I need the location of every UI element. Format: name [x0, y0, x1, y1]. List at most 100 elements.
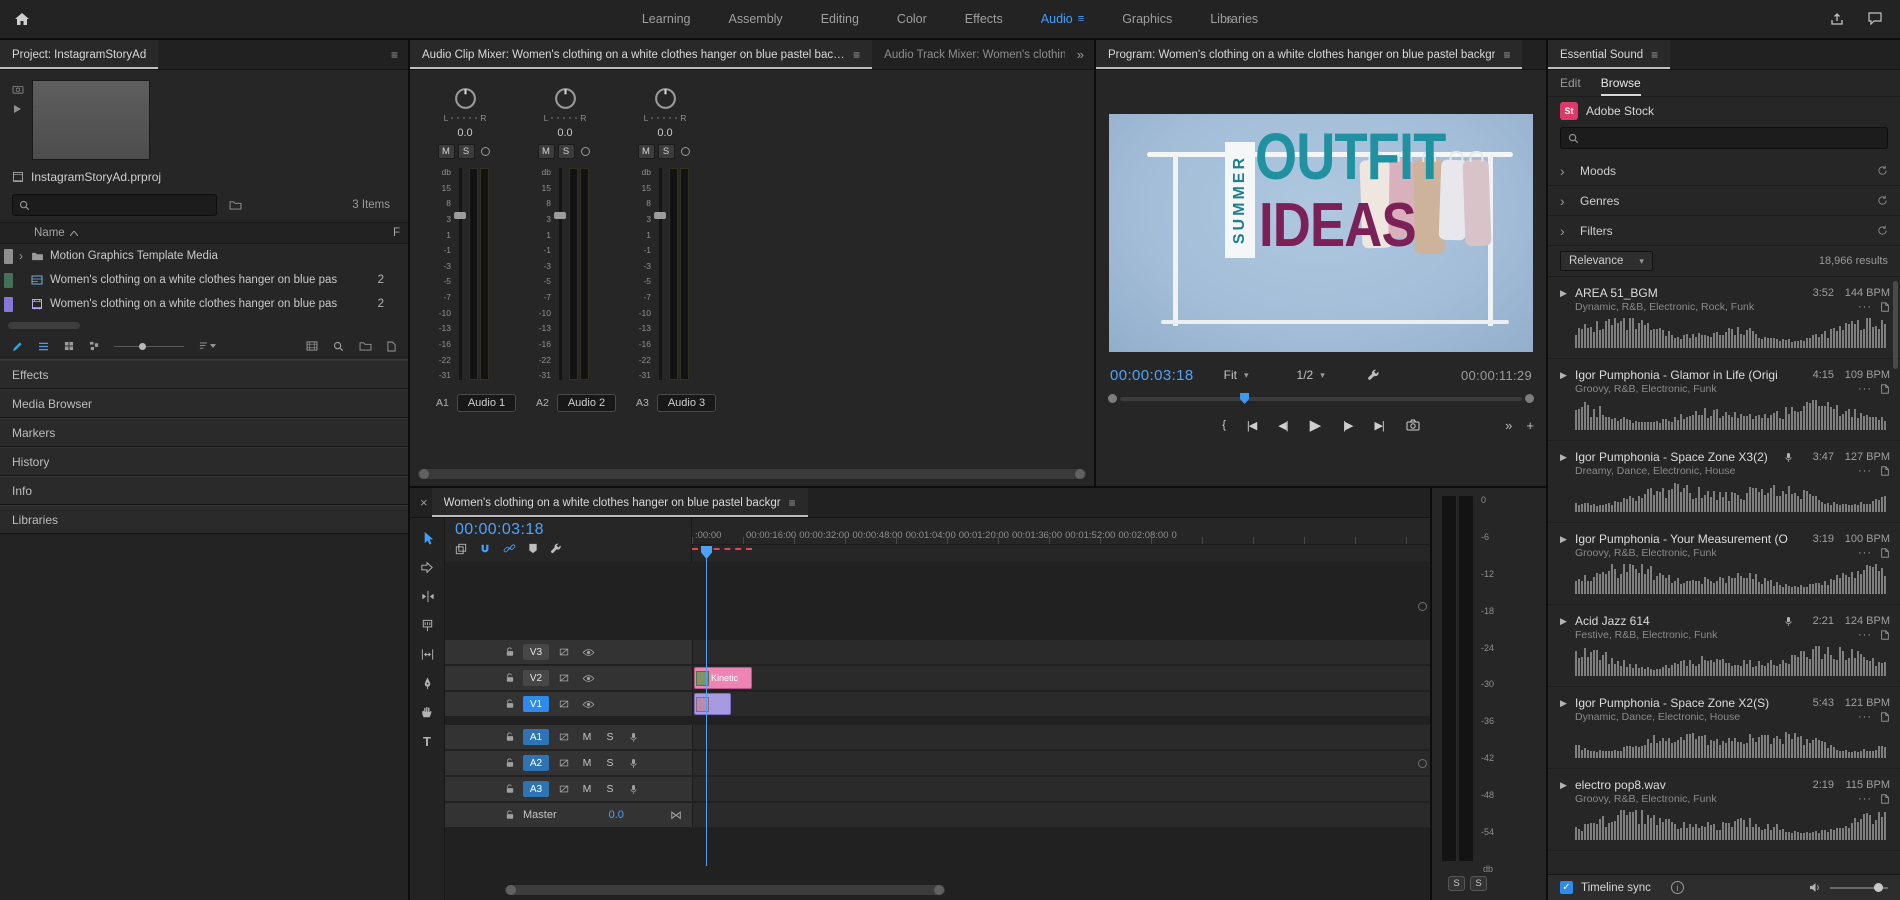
more-options-button[interactable]: ··· [1858, 793, 1872, 805]
track-header-a1[interactable]: A1 M S [445, 725, 692, 749]
play-icon[interactable]: ▶ [1560, 452, 1575, 463]
reset-icon[interactable] [1877, 165, 1888, 176]
track-header-v1[interactable]: V1 [445, 692, 692, 716]
track-target-v2[interactable]: V2 [523, 670, 549, 686]
selection-tool[interactable] [414, 526, 440, 550]
automate-to-sequence-icon[interactable] [306, 341, 318, 351]
track-header-a3[interactable]: A3 M S [445, 777, 692, 801]
license-icon[interactable] [1880, 794, 1890, 804]
solo-button[interactable]: S [458, 144, 475, 159]
play-icon[interactable]: ▶ [1560, 698, 1575, 709]
sync-lock-icon[interactable] [559, 699, 569, 709]
more-options-button[interactable]: ··· [1858, 547, 1872, 559]
workspace-tab[interactable]: Effects [965, 12, 1003, 26]
filter-section-row[interactable]: › Genres [1548, 186, 1900, 216]
eye-icon[interactable] [582, 700, 595, 709]
chevron-right-icon[interactable]: › [1560, 193, 1572, 209]
play-icon[interactable]: ▶ [1310, 416, 1322, 434]
track-lane-v2[interactable]: Kinetic [692, 666, 1430, 690]
waveform-preview[interactable] [1575, 728, 1888, 758]
workspace-tab[interactable]: Audio ≡ [1041, 12, 1084, 26]
panel-menu-icon[interactable]: ≡ [789, 496, 796, 510]
sync-lock-icon[interactable] [559, 673, 569, 683]
resolution-dropdown[interactable]: 1/2 ▾ [1297, 368, 1325, 382]
panel-menu-icon[interactable]: ≡ [853, 48, 860, 62]
solo-button[interactable]: S [658, 144, 675, 159]
solo-button[interactable]: S [605, 757, 615, 769]
workspace-tab[interactable]: Libraries [1210, 12, 1258, 26]
provider-row[interactable]: St Adobe Stock [1548, 97, 1900, 124]
sync-lock-icon[interactable] [559, 758, 569, 768]
pan-value[interactable]: 0.0 [657, 127, 672, 139]
volume-fader[interactable] [554, 168, 566, 380]
lock-icon[interactable] [505, 647, 515, 657]
mark-in-icon[interactable]: { [1222, 419, 1225, 431]
more-options-button[interactable]: ··· [1858, 301, 1872, 313]
stock-track-item[interactable]: ▶ Igor Pumphonia - Your Measurement (O 3… [1548, 523, 1900, 605]
info-icon[interactable] [1671, 881, 1684, 894]
thumbnail-zoom-slider[interactable] [114, 342, 184, 351]
stacked-panel-tab[interactable]: Info [0, 476, 408, 505]
volume-fader[interactable] [654, 168, 666, 380]
pan-value[interactable]: 0.0 [457, 127, 472, 139]
zoom-handle-right[interactable] [1525, 394, 1534, 403]
meter-solo-right[interactable]: S [1470, 876, 1487, 891]
label-swatch[interactable] [4, 297, 13, 312]
keyframe-toggle-icon[interactable] [478, 144, 493, 159]
clip-video[interactable] [694, 693, 731, 715]
button-overflow-icon[interactable]: » [1505, 418, 1512, 433]
more-options-button[interactable]: ··· [1858, 383, 1872, 395]
chevron-right-icon[interactable]: › [13, 249, 29, 263]
pan-knob[interactable] [653, 86, 678, 111]
lock-icon[interactable] [505, 758, 515, 768]
pan-value[interactable]: 0.0 [557, 127, 572, 139]
license-icon[interactable] [1880, 466, 1890, 476]
stacked-panel-tab[interactable]: History [0, 447, 408, 476]
new-item-icon[interactable] [387, 341, 396, 352]
track-lane-master[interactable] [692, 803, 1430, 827]
timeline-settings-wrench-icon[interactable] [550, 543, 562, 555]
more-options-button[interactable]: ··· [1858, 465, 1872, 477]
work-area-strip[interactable] [692, 545, 1430, 561]
eye-icon[interactable] [582, 674, 595, 683]
panel-menu-icon[interactable]: ≡ [391, 48, 408, 62]
waveform-preview[interactable] [1575, 482, 1888, 512]
mute-button[interactable]: M [538, 144, 555, 159]
fit-dropdown[interactable]: Fit ▾ [1224, 368, 1249, 382]
track-header-v2[interactable]: V2 [445, 666, 692, 690]
stacked-panel-tab[interactable]: Libraries [0, 505, 408, 534]
stock-track-item[interactable]: ▶ electro pop8.wav 2:19 115 BPM Groovy, … [1548, 769, 1900, 851]
workspace-overflow-button[interactable]: » [1226, 12, 1233, 27]
go-to-out-icon[interactable]: ▶| [1374, 419, 1383, 432]
play-icon[interactable]: ▶ [1560, 370, 1575, 381]
play-icon[interactable]: ▶ [1560, 616, 1575, 627]
preview-play-icon[interactable] [12, 104, 24, 114]
close-icon[interactable]: × [410, 488, 432, 517]
find-icon[interactable] [333, 341, 344, 352]
hand-tool[interactable] [414, 700, 440, 724]
mic-icon[interactable] [629, 784, 638, 795]
label-swatch[interactable] [4, 273, 13, 288]
track-lane-a1[interactable] [692, 725, 1430, 749]
sort-icon[interactable] [199, 342, 216, 350]
chat-icon[interactable] [1868, 12, 1882, 26]
workspace-tab[interactable]: Assembly [729, 12, 783, 26]
stock-track-item[interactable]: ▶ Acid Jazz 614 2:21 124 BPM Festive, R&… [1548, 605, 1900, 687]
waveform-preview[interactable] [1575, 564, 1888, 594]
linked-selection-icon[interactable] [503, 542, 516, 555]
stock-track-item[interactable]: ▶ Igor Pumphonia - Space Zone X3(2) 3:47… [1548, 441, 1900, 523]
add-marker-icon[interactable] [528, 543, 538, 554]
mixer-hscrollbar[interactable] [418, 469, 1086, 479]
mute-button[interactable]: M [438, 144, 455, 159]
panel-menu-icon[interactable]: ≡ [1503, 48, 1510, 62]
stacked-panel-tab[interactable]: Effects [0, 360, 408, 389]
list-view-icon[interactable] [38, 342, 49, 351]
settings-wrench-icon[interactable] [1367, 369, 1380, 382]
track-target-v3[interactable]: V3 [523, 644, 549, 660]
more-options-button[interactable]: ··· [1858, 629, 1872, 641]
sync-lock-icon[interactable] [559, 647, 569, 657]
playhead[interactable] [706, 546, 707, 866]
stacked-panel-tab[interactable]: Media Browser [0, 389, 408, 418]
stock-track-item[interactable]: ▶ AREA 51_BGM 3:52 144 BPM Dynamic, R&B,… [1548, 277, 1900, 359]
reset-icon[interactable] [1877, 225, 1888, 236]
